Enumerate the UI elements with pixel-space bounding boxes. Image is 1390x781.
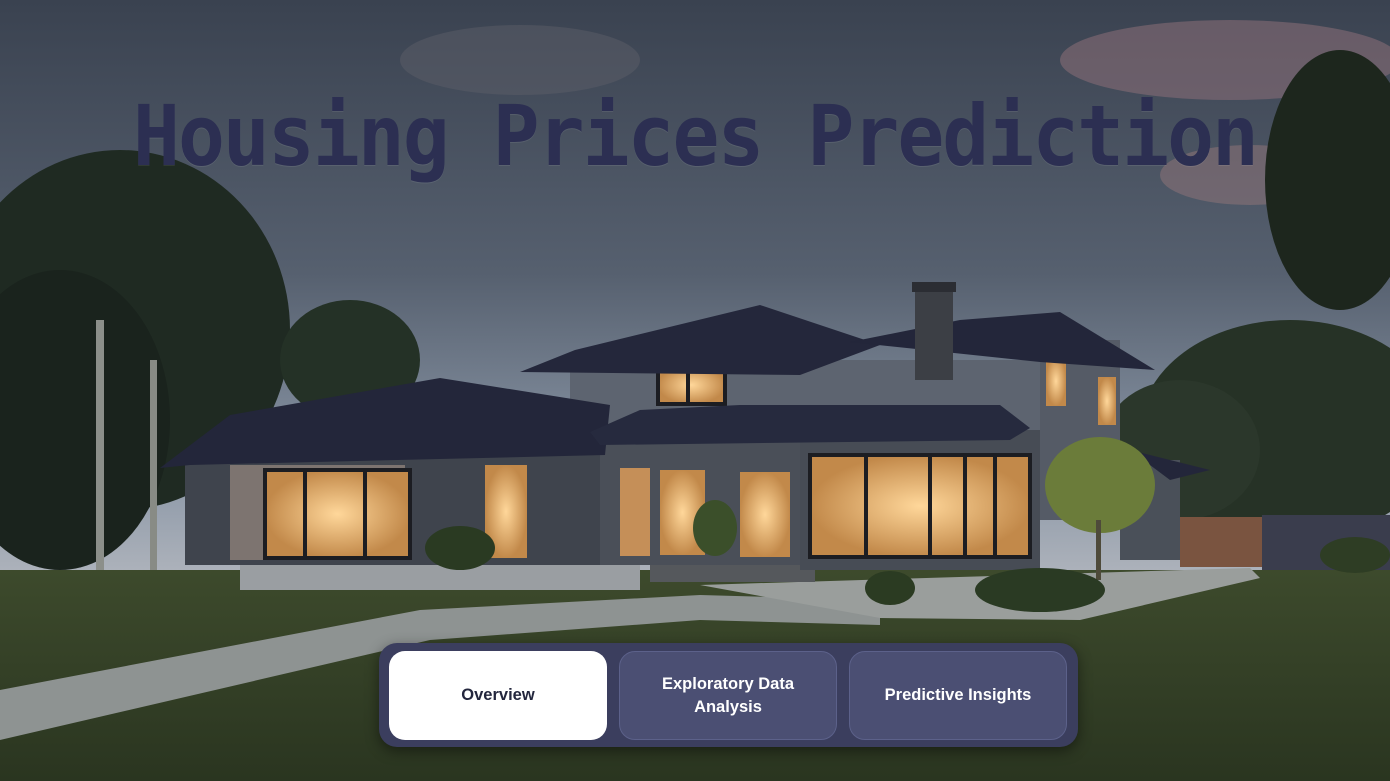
report-page: Housing Prices Prediction Overview Explo… [0, 0, 1390, 781]
nav-button-exploratory-data-analysis[interactable]: Exploratory Data Analysis [619, 651, 837, 740]
page-title: Housing Prices Prediction [133, 88, 1259, 186]
nav-button-overview[interactable]: Overview [389, 651, 607, 740]
nav-button-predictive-insights[interactable]: Predictive Insights [849, 651, 1067, 740]
navigation-bar: Overview Exploratory Data Analysis Predi… [379, 643, 1078, 747]
